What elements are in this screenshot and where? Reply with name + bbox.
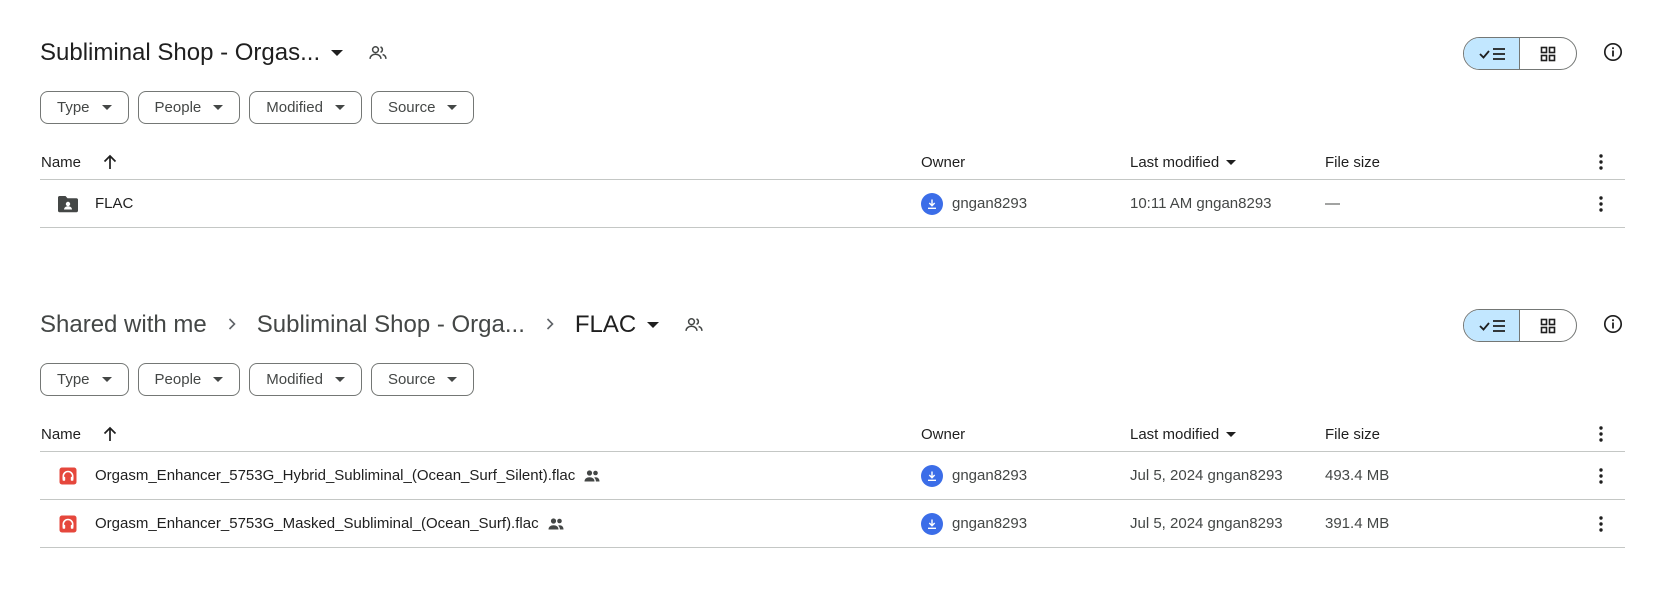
check-list-icon — [1478, 47, 1505, 60]
shared-people-icon — [583, 469, 601, 483]
filter-modified[interactable]: Modified — [249, 363, 362, 396]
header-owner: Owner — [921, 153, 966, 171]
header-name[interactable]: Name — [41, 426, 81, 443]
file-name[interactable]: Orgasm_Enhancer_5753G_Hybrid_Subliminal_… — [95, 467, 575, 484]
grid-icon — [1540, 318, 1556, 333]
table-header: Name Owner Last modified File size — [40, 145, 1625, 180]
filter-people[interactable]: People — [137, 363, 241, 396]
chevron-down-icon — [101, 377, 112, 382]
filter-source[interactable]: Source — [370, 363, 475, 396]
breadcrumb-shared-with-me[interactable]: Shared with me — [40, 311, 207, 339]
list-view-button[interactable] — [1464, 310, 1520, 341]
filter-label: People — [154, 99, 202, 116]
info-icon[interactable] — [1601, 312, 1625, 336]
audio-file-icon — [57, 513, 79, 535]
chevron-down-icon — [334, 105, 345, 110]
header-last-modified[interactable]: Last modified — [1130, 426, 1219, 443]
list-view-button[interactable] — [1464, 38, 1520, 69]
filter-label: Type — [57, 371, 90, 388]
file-name[interactable]: Orgasm_Enhancer_5753G_Masked_Subliminal_… — [95, 515, 539, 532]
filter-label: Source — [387, 371, 436, 388]
filter-label: People — [154, 371, 202, 388]
owner-name: gngan8293 — [952, 515, 1028, 532]
owner-name: gngan8293 — [952, 467, 1028, 484]
table-row[interactable]: Orgasm_Enhancer_5753G_Masked_Subliminal_… — [40, 500, 1625, 548]
filter-modified[interactable]: Modified — [249, 91, 362, 124]
breadcrumb-parent-folder[interactable]: Subliminal Shop - Orga... — [257, 311, 525, 339]
chevron-down-icon — [334, 377, 345, 382]
sort-dropdown-icon[interactable] — [1226, 159, 1237, 165]
shared-people-icon[interactable] — [684, 315, 704, 335]
shared-people-icon[interactable] — [368, 43, 388, 63]
chevron-down-icon — [213, 105, 224, 110]
title-row: Subliminal Shop - Orgas... — [40, 28, 1625, 78]
folder-menu-dropdown-icon[interactable] — [326, 42, 348, 64]
more-options-icon[interactable] — [1591, 466, 1611, 486]
filter-label: Modified — [266, 99, 323, 116]
chevron-down-icon — [447, 105, 458, 110]
view-toggle — [1463, 37, 1577, 70]
file-table: Name Owner Last modified File size FLAC — [40, 145, 1625, 228]
breadcrumb-current-folder[interactable]: FLAC — [575, 311, 636, 339]
chevron-down-icon — [101, 105, 112, 110]
avatar — [921, 512, 943, 535]
chevron-right-icon — [545, 315, 555, 335]
audio-file-icon — [57, 465, 79, 487]
sort-ascending-icon[interactable] — [103, 154, 117, 170]
filter-people[interactable]: People — [137, 91, 241, 124]
grid-view-button[interactable] — [1520, 310, 1576, 341]
folder-panel-top: Subliminal Shop - Orgas... Type People M… — [40, 28, 1625, 228]
sort-ascending-icon[interactable] — [103, 426, 117, 442]
grid-icon — [1540, 46, 1556, 61]
avatar — [921, 192, 943, 215]
more-options-icon[interactable] — [1591, 194, 1611, 214]
owner-name: gngan8293 — [952, 195, 1028, 212]
last-modified: Jul 5, 2024 gngan8293 — [1130, 515, 1283, 532]
filter-type[interactable]: Type — [40, 363, 129, 396]
chevron-right-icon — [227, 315, 237, 335]
filter-label: Type — [57, 99, 90, 116]
file-table: Name Owner Last modified File size Orgas… — [40, 417, 1625, 548]
last-modified: 10:11 AM gngan8293 — [1130, 195, 1272, 212]
more-options-icon[interactable] — [1591, 152, 1611, 172]
filter-chips: Type People Modified Source — [40, 363, 1625, 396]
more-options-icon[interactable] — [1591, 424, 1611, 444]
filter-type[interactable]: Type — [40, 91, 129, 124]
more-options-icon[interactable] — [1591, 514, 1611, 534]
filter-source[interactable]: Source — [370, 91, 475, 124]
header-file-size: File size — [1325, 425, 1381, 443]
file-size: — — [1325, 195, 1340, 212]
header-name[interactable]: Name — [41, 154, 81, 171]
header-owner: Owner — [921, 425, 966, 443]
file-size: 493.4 MB — [1325, 467, 1390, 484]
folder-title[interactable]: Subliminal Shop - Orgas... — [40, 39, 320, 67]
file-size: 391.4 MB — [1325, 515, 1390, 532]
check-list-icon — [1478, 319, 1505, 332]
shared-people-icon — [547, 517, 565, 531]
breadcrumb: Shared with me Subliminal Shop - Orga...… — [40, 300, 1625, 350]
file-name[interactable]: FLAC — [95, 195, 133, 212]
header-file-size: File size — [1325, 153, 1381, 171]
info-icon[interactable] — [1601, 40, 1625, 64]
table-row[interactable]: Orgasm_Enhancer_5753G_Hybrid_Subliminal_… — [40, 452, 1625, 500]
header-last-modified[interactable]: Last modified — [1130, 154, 1219, 171]
filter-label: Modified — [266, 371, 323, 388]
filter-label: Source — [387, 99, 436, 116]
view-toggle — [1463, 309, 1577, 342]
table-row[interactable]: FLAC gngan8293 10:11 AM gngan8293 — — [40, 180, 1625, 228]
filter-chips: Type People Modified Source — [40, 91, 1625, 124]
chevron-down-icon — [447, 377, 458, 382]
folder-menu-dropdown-icon[interactable] — [642, 314, 664, 336]
last-modified: Jul 5, 2024 gngan8293 — [1130, 467, 1283, 484]
shared-folder-icon — [57, 193, 79, 215]
sort-dropdown-icon[interactable] — [1226, 431, 1237, 437]
folder-panel-bottom: Shared with me Subliminal Shop - Orga...… — [40, 300, 1625, 548]
chevron-down-icon — [213, 377, 224, 382]
grid-view-button[interactable] — [1520, 38, 1576, 69]
avatar — [921, 464, 943, 487]
table-header: Name Owner Last modified File size — [40, 417, 1625, 452]
